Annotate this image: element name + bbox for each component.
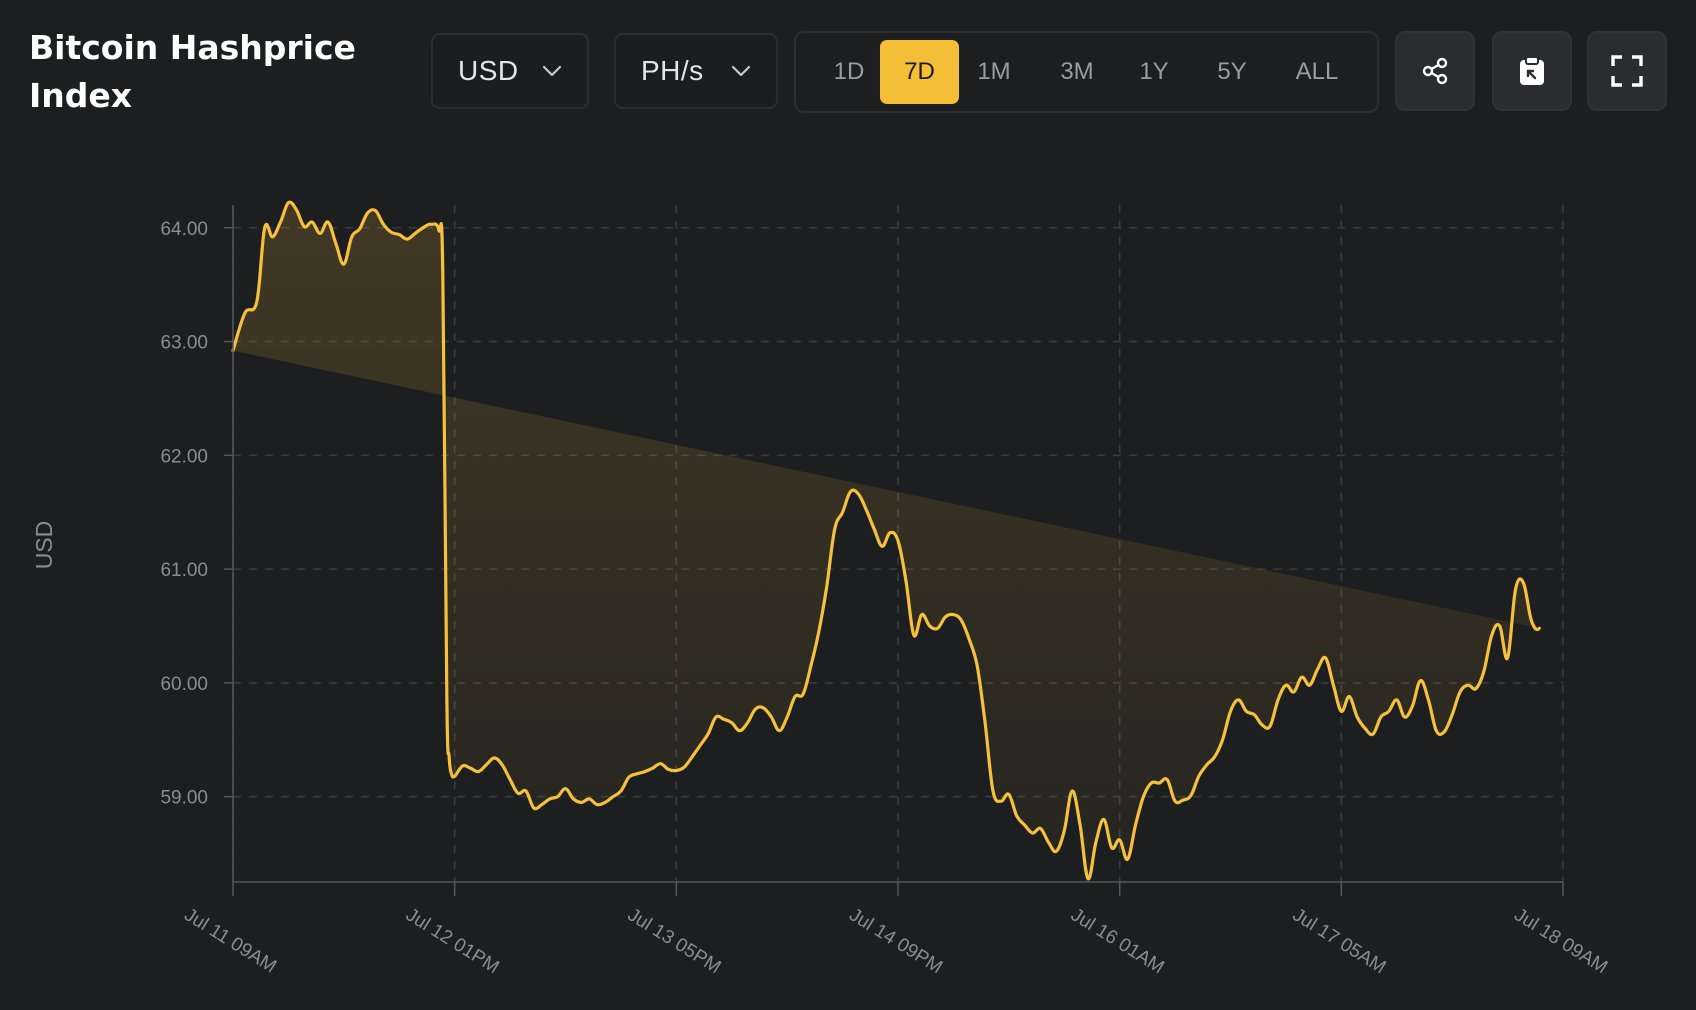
y-tick-label: 61.00 [160,560,208,581]
y-tick-label: 64.00 [160,219,208,240]
y-tick-label: 59.00 [160,788,208,809]
x-tick-label: Jul 17 05AM [1289,904,1390,978]
x-tick-label: Jul 11 09AM [180,904,279,977]
x-tick-label: Jul 18 09AM [1510,904,1611,978]
y-tick-label: 62.00 [160,446,208,467]
y-tick-label: 63.00 [160,333,208,354]
x-tick-label: Jul 13 05PM [624,904,725,978]
y-axis-label: USD [31,521,57,570]
hashprice-area-chart: 64.00 63.00 62.00 61.00 60.00 59.00 Jul 11 09A… [31,200,1611,978]
y-tick-label: 60.00 [160,674,208,695]
x-tick-label: Jul 14 09PM [845,904,946,978]
x-tick-label: Jul 16 01AM [1067,904,1168,978]
hashprice-chart-card: Bitcoin Hashprice Index USD PH/s 1D 7D 1… [0,0,1696,1010]
x-tick-label: Jul 12 01PM [402,904,503,978]
